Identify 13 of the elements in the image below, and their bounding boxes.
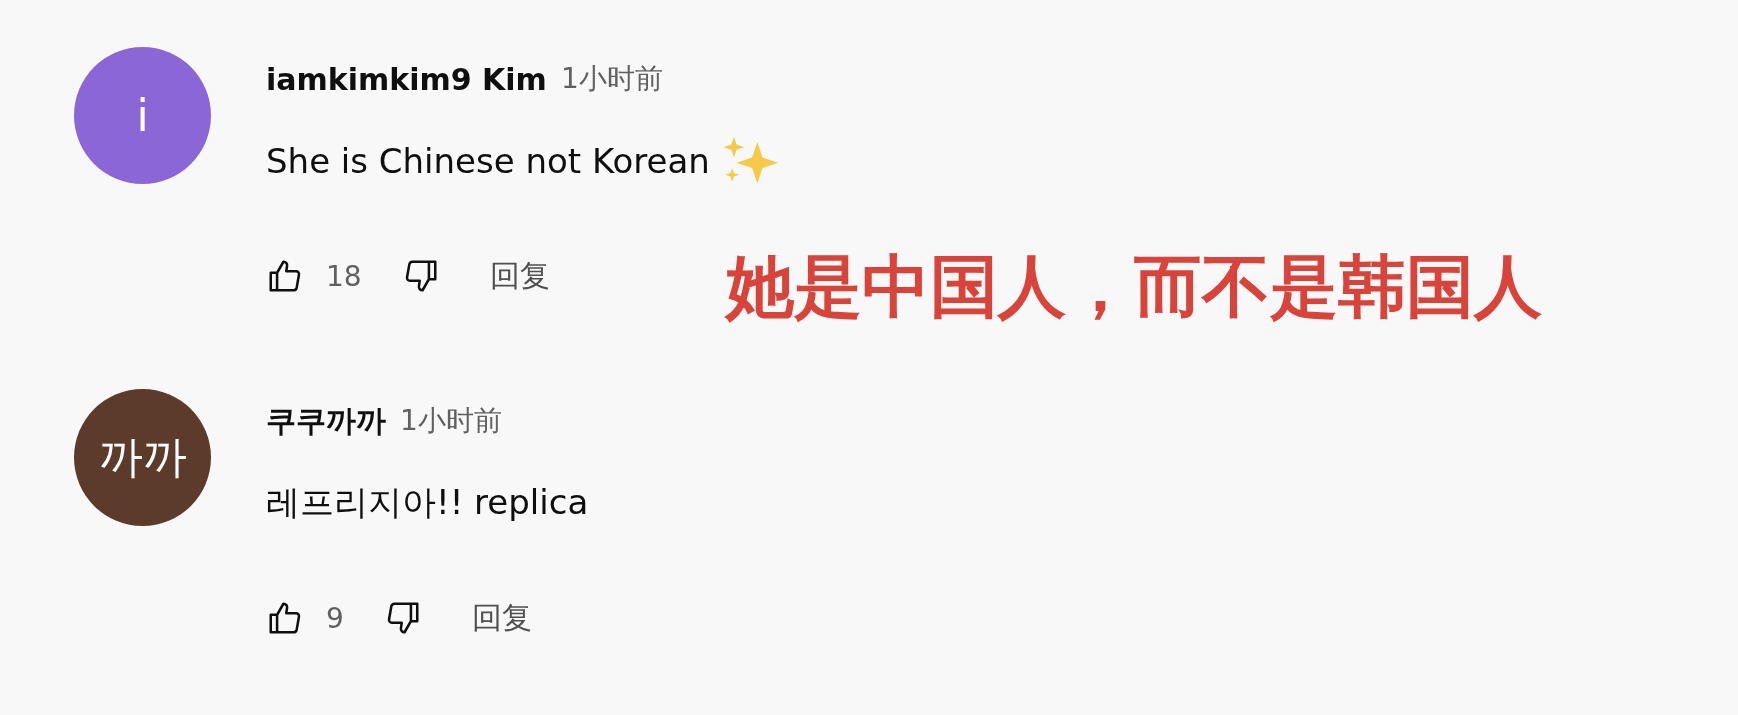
avatar[interactable]: 까까 bbox=[74, 389, 211, 526]
like-count: 9 bbox=[326, 601, 344, 635]
caption-overlay: 她是中国人，而不是韩国人 bbox=[726, 246, 1542, 328]
comment-text: She is Chinese not Korean bbox=[266, 141, 710, 181]
comment-text: 레프리지아!! replica bbox=[266, 481, 589, 524]
avatar[interactable]: i bbox=[74, 47, 211, 184]
timestamp: 1小时前 bbox=[560, 61, 663, 97]
like-count: 18 bbox=[326, 259, 362, 293]
author-name[interactable]: iamkimkim9 Kim bbox=[266, 61, 547, 97]
reply-button[interactable]: 回复 bbox=[489, 255, 550, 297]
timestamp: 1小时前 bbox=[400, 403, 502, 439]
author-name[interactable]: 쿠쿠까까 bbox=[266, 400, 386, 442]
reply-button[interactable]: 回复 bbox=[471, 597, 532, 639]
